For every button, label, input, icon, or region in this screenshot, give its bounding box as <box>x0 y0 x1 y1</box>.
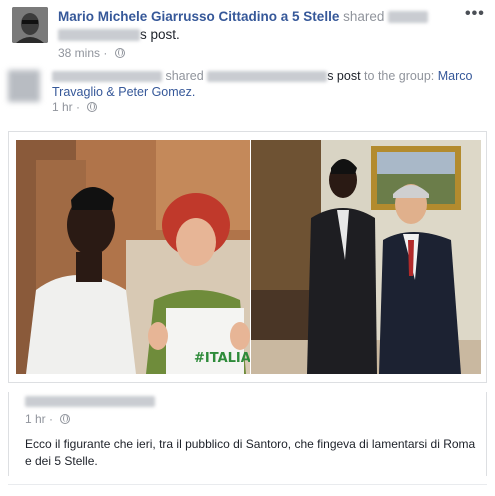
globe-icon <box>114 48 125 58</box>
post-author-line: Mario Michele Giarrusso Cittadino a 5 St… <box>58 8 458 44</box>
to-group-text: to the group: <box>364 69 435 83</box>
blurred-name <box>388 11 429 24</box>
shirt-caption: #ITALIANI <box>194 351 250 366</box>
author-avatar[interactable] <box>12 7 48 43</box>
comment-meta: 1 hr · <box>25 412 71 426</box>
post-header: Mario Michele Giarrusso Cittadino a 5 St… <box>0 0 495 66</box>
shared-word: shared <box>343 9 385 24</box>
blurred-name <box>52 71 162 83</box>
shared-author-avatar[interactable] <box>8 70 40 102</box>
photo-left[interactable]: #ITALIANI <box>16 140 250 374</box>
blurred-name <box>58 29 140 42</box>
post-link[interactable]: s post. <box>140 27 180 42</box>
post-timestamp[interactable]: 38 mins <box>58 46 100 60</box>
shared-post-meta: 1 hr · <box>52 100 98 114</box>
globe-icon <box>60 414 71 424</box>
shared-post-link[interactable]: s post <box>327 69 360 83</box>
blurred-name <box>25 396 155 408</box>
more-dots-icon[interactable]: ••• <box>465 5 485 23</box>
post-message: Ecco il figurante che ieri, tra il pubbl… <box>25 437 476 468</box>
media-card: #ITALIANI <box>8 131 487 383</box>
photo-right[interactable] <box>251 140 481 374</box>
blurred-name <box>207 71 328 83</box>
shared-word: shared <box>165 69 204 83</box>
shared-post-body: 1 hr · Ecco il figurante che ieri, tra i… <box>8 392 487 476</box>
shared-post-text: shared s post to the group: Marco Travag… <box>52 68 482 100</box>
globe-icon <box>87 102 98 112</box>
author-name-link[interactable]: Mario Michele Giarrusso Cittadino a 5 St… <box>58 9 339 24</box>
comment-author[interactable] <box>25 394 155 408</box>
shared-post-header: shared s post to the group: Marco Travag… <box>0 66 495 116</box>
shared-timestamp[interactable]: 1 hr <box>52 100 73 114</box>
divider <box>8 484 487 485</box>
comment-timestamp[interactable]: 1 hr <box>25 412 46 426</box>
post-meta: 38 mins · <box>58 46 125 60</box>
